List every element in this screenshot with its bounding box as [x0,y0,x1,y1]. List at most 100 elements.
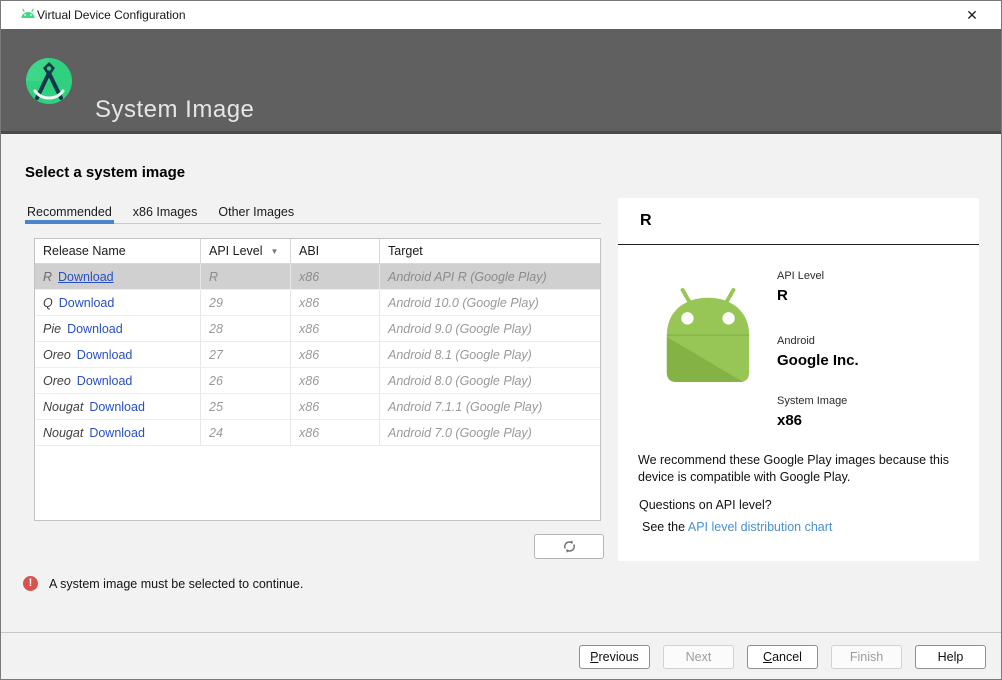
download-link[interactable]: Download [67,322,123,336]
recommendation-text: We recommend these Google Play images be… [638,453,950,484]
api-level-cell: 24 [200,420,290,445]
abi-cell: x86 [290,368,379,393]
detail-field-label: Android [777,335,815,347]
previous-button[interactable]: Previous [579,645,650,669]
table-row[interactable]: Nougat Download 24 x86 Android 7.0 (Google P… [35,420,600,446]
next-button: Next [663,645,734,669]
table-row[interactable]: Oreo Download 27 x86 Android 8.1 (Google Pla… [35,342,600,368]
detail-field-system-image: System Image x86 [777,395,847,429]
download-link[interactable]: Download [89,426,145,440]
detail-field-android: Android Google Inc. [777,335,859,369]
detail-field-label: System Image [777,395,848,407]
column-header-abi[interactable]: ABI [290,239,379,263]
release-name: Oreo [43,373,71,388]
column-header-label: Target [388,244,423,258]
validation-error: ! A system image must be selected to con… [23,576,303,591]
table-row[interactable]: Pie Download 28 x86 Android 9.0 (Google Play… [35,316,600,342]
api-level-cell: 29 [200,290,290,315]
release-name-cell: Oreo Download [35,368,200,393]
refresh-button[interactable] [534,534,604,559]
column-header-label: API Level [209,244,263,258]
release-name: R [43,269,53,284]
download-link[interactable]: Download [58,270,114,284]
release-name: Oreo [43,347,71,362]
error-icon: ! [23,576,38,591]
abi-cell: x86 [290,394,379,419]
detail-panel: R API Level R Android Google Inc. System Ima… [618,198,979,561]
release-name-cell: Oreo Download [35,342,200,367]
column-header-api-level[interactable]: API Level ▼ [200,239,290,263]
column-header-label: ABI [299,244,320,258]
help-button[interactable]: Help [915,645,986,669]
window-title: Virtual Device Configuration [37,8,186,22]
table-body: R Download Rx86 Android API R (Google Play)… [35,264,600,446]
api-level-distribution-chart-link[interactable]: API level distribution chart [688,520,833,534]
download-link[interactable]: Download [59,296,115,310]
release-name: Nougat [43,425,84,440]
api-level-cell: 25 [200,394,290,419]
abi-cell: x86 [290,264,379,289]
target-cell: Android API R (Google Play) [379,264,600,289]
table-row[interactable]: R Download Rx86 Android API R (Google Play) [35,264,600,290]
finish-button: Finish [831,645,902,669]
abi-cell: x86 [290,316,379,341]
tab-strip: Recommended x86 Images Other Images [25,203,601,224]
detail-field-value: Google Inc. [777,352,859,369]
download-link[interactable]: Download [77,348,133,362]
close-icon[interactable]: ✕ [961,5,983,25]
table-row[interactable]: Nougat Download 25 x86 Android 7.1.1 (Google… [35,394,600,420]
abi-cell: x86 [290,342,379,367]
api-level-cell: R [200,264,290,289]
release-name-cell: Nougat Download [35,420,200,445]
tab-x86-images[interactable]: x86 Images [131,203,200,223]
abi-cell: x86 [290,290,379,315]
page-heading: Select a system image [25,164,186,181]
target-cell: Android 9.0 (Google Play) [379,316,600,341]
download-link[interactable]: Download [89,400,145,414]
footer-separator [1,632,1001,633]
refresh-icon [563,540,575,553]
wizard-step-title: System Image [95,96,255,123]
table-row[interactable]: Q Download 29 x86 Android 10.0 (Google Play) [35,290,600,316]
target-cell: Android 7.1.1 (Google Play) [379,394,600,419]
see-the-prefix: See the [642,520,688,534]
download-link[interactable]: Download [77,374,133,388]
release-name-cell: Q Download [35,290,200,315]
release-name: Pie [43,321,62,336]
android-logo-icon [21,8,35,18]
title-bar: Virtual Device Configuration ✕ [1,1,1001,29]
android-studio-logo-icon [26,58,72,104]
abi-cell: x86 [290,420,379,445]
detail-separator [618,244,979,245]
target-cell: Android 10.0 (Google Play) [379,290,600,315]
detail-field-api-level: API Level R [777,270,824,304]
detail-field-value: R [777,287,788,304]
android-robot-icon [666,287,750,383]
tab-other-images[interactable]: Other Images [216,203,296,223]
sort-descending-icon: ▼ [270,246,279,256]
virtual-device-configuration-dialog: Virtual Device Configuration ✕ System Im… [0,0,1002,680]
detail-field-value: x86 [777,412,803,429]
table-row[interactable]: Oreo Download 26 x86 Android 8.0 (Google Pla… [35,368,600,394]
release-name-cell: Pie Download [35,316,200,341]
api-level-cell: 28 [200,316,290,341]
release-name-cell: Nougat Download [35,394,200,419]
wizard-header: System Image [1,29,1001,134]
release-name: Nougat [43,399,84,414]
tab-recommended[interactable]: Recommended [25,203,114,224]
release-name: Q [43,295,53,310]
api-level-question: Questions on API level? [639,498,772,512]
target-cell: Android 7.0 (Google Play) [379,420,600,445]
cancel-button[interactable]: Cancel [747,645,818,669]
api-level-cell: 27 [200,342,290,367]
detail-field-label: API Level [777,270,825,282]
detail-title: R [640,212,652,229]
see-the-line: See the API level distribution chart [642,520,832,534]
error-message: A system image must be selected to conti… [49,576,304,591]
api-level-cell: 26 [200,368,290,393]
table-header: Release Name API Level ▼ ABI Target [35,239,600,264]
target-cell: Android 8.0 (Google Play) [379,368,600,393]
system-image-table: Release Name API Level ▼ ABI Target R Downloa… [34,238,601,521]
column-header-release-name[interactable]: Release Name [35,239,200,263]
column-header-target[interactable]: Target [379,239,600,263]
